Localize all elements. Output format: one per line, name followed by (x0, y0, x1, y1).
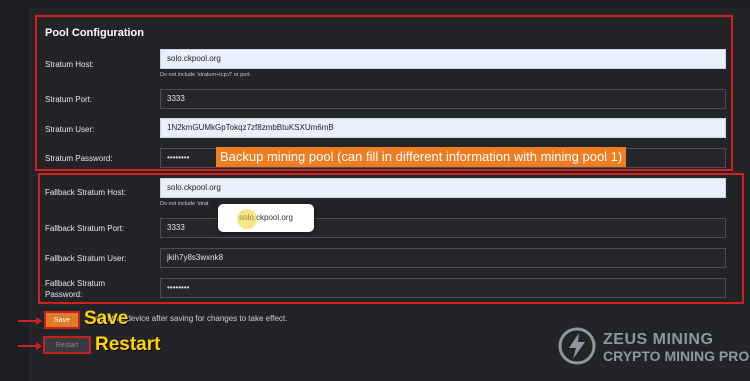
fallback-host-label: Fallback Stratum Host: (45, 188, 126, 197)
fallback-user-label: Fallback Stratum User: (45, 254, 127, 263)
fallback-password-label-line2: Password: (45, 290, 83, 299)
fallback-host-input[interactable]: solo.ckpool.org (160, 178, 726, 198)
stratum-user-label: Stratum User: (45, 125, 95, 134)
stratum-host-input[interactable]: solo.ckpool.org (160, 49, 726, 69)
restart-button[interactable]: Restart (43, 336, 91, 354)
stratum-port-label: Stratum Port: (45, 95, 93, 104)
restart-annotation: Restart (95, 334, 161, 355)
zeus-mining-logo: ZEUS MINING CRYPTO MINING PRO (557, 326, 750, 372)
fallback-password-label-line1: Fallback Stratum (45, 279, 106, 288)
backup-pool-callout: Backup mining pool (can fill in differen… (216, 147, 627, 167)
fallback-user-input[interactable]: jkih7y8s3wxnk8 (160, 248, 726, 268)
save-button[interactable]: Save (44, 311, 80, 329)
pool-config-page: Pool Configuration Stratum Host: solo.ck… (0, 0, 750, 381)
stratum-user-input[interactable]: 1N2kmGUMkGpTokqz7zf8zmbBtuKSXUm6mB (160, 118, 726, 138)
stratum-port-input[interactable]: 3333 (160, 89, 726, 109)
logo-subtitle: CRYPTO MINING PRO (603, 348, 750, 364)
section-title: Pool Configuration (45, 27, 144, 39)
autocomplete-suggestion[interactable]: solo.ckpool.org (218, 204, 314, 232)
stratum-password-label: Stratum Password: (45, 154, 113, 163)
save-annotation: Save (84, 308, 129, 329)
stratum-host-label: Stratum Host: (45, 60, 94, 69)
logo-title: ZEUS MINING (603, 331, 714, 348)
fallback-password-input[interactable]: •••••••• (160, 278, 726, 298)
cursor-highlight-icon (237, 209, 257, 229)
arrow-right-icon (18, 342, 42, 350)
fallback-host-hint: Do not include 'strat (160, 201, 209, 207)
stratum-host-hint: Do not include 'stratum+tcp://' or port. (160, 72, 252, 78)
arrow-right-icon (18, 317, 42, 325)
lightning-bolt-icon (558, 327, 596, 365)
fallback-port-label: Fallback Stratum Port: (45, 224, 125, 233)
